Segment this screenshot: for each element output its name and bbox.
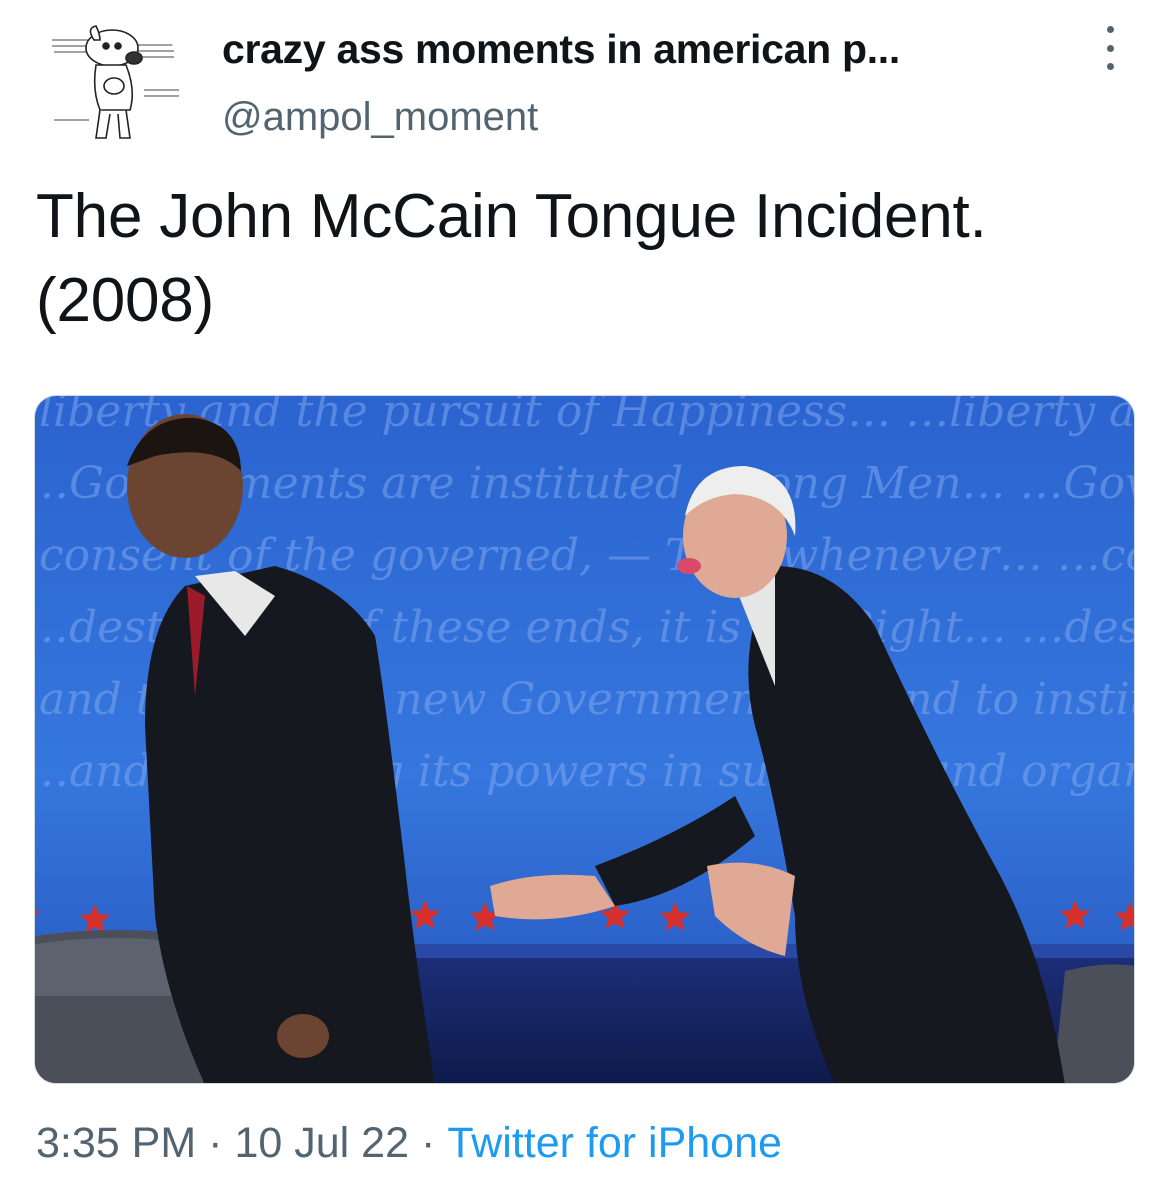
tweet-meta: 3:35 PM · 10 Jul 22 · Twitter for iPhone [36, 1119, 782, 1168]
author-handle[interactable]: @ampol_moment [222, 95, 538, 140]
more-vertical-icon[interactable] [1090, 26, 1130, 70]
cartoon-dog-avatar[interactable] [34, 10, 184, 160]
avatar-image [34, 10, 184, 160]
tweet-source-link[interactable]: Twitter for iPhone [447, 1119, 782, 1167]
debate-photo: …liberty and the pursuit of Happiness… …… [35, 396, 1134, 1083]
tweet-time[interactable]: 3:35 PM [36, 1119, 196, 1167]
author-display-name[interactable]: crazy ass moments in american p... [222, 26, 900, 73]
more-dot [1106, 63, 1114, 70]
tweet-photo[interactable]: …liberty and the pursuit of Happiness… …… [34, 395, 1135, 1084]
tweet-date[interactable]: 10 Jul 22 [234, 1119, 409, 1167]
tweet-card: crazy ass moments in american p... @ampo… [0, 0, 1169, 1200]
tweet-text-line: (2008) [36, 266, 215, 335]
meta-separator: · [208, 1119, 223, 1167]
tweet-text: The John McCain Tongue Incident. (2008) [36, 175, 1146, 343]
more-dot [1106, 26, 1114, 33]
tweet-text-line: The John McCain Tongue Incident. [36, 182, 987, 251]
meta-separator: · [421, 1119, 436, 1167]
more-dot [1106, 44, 1114, 52]
